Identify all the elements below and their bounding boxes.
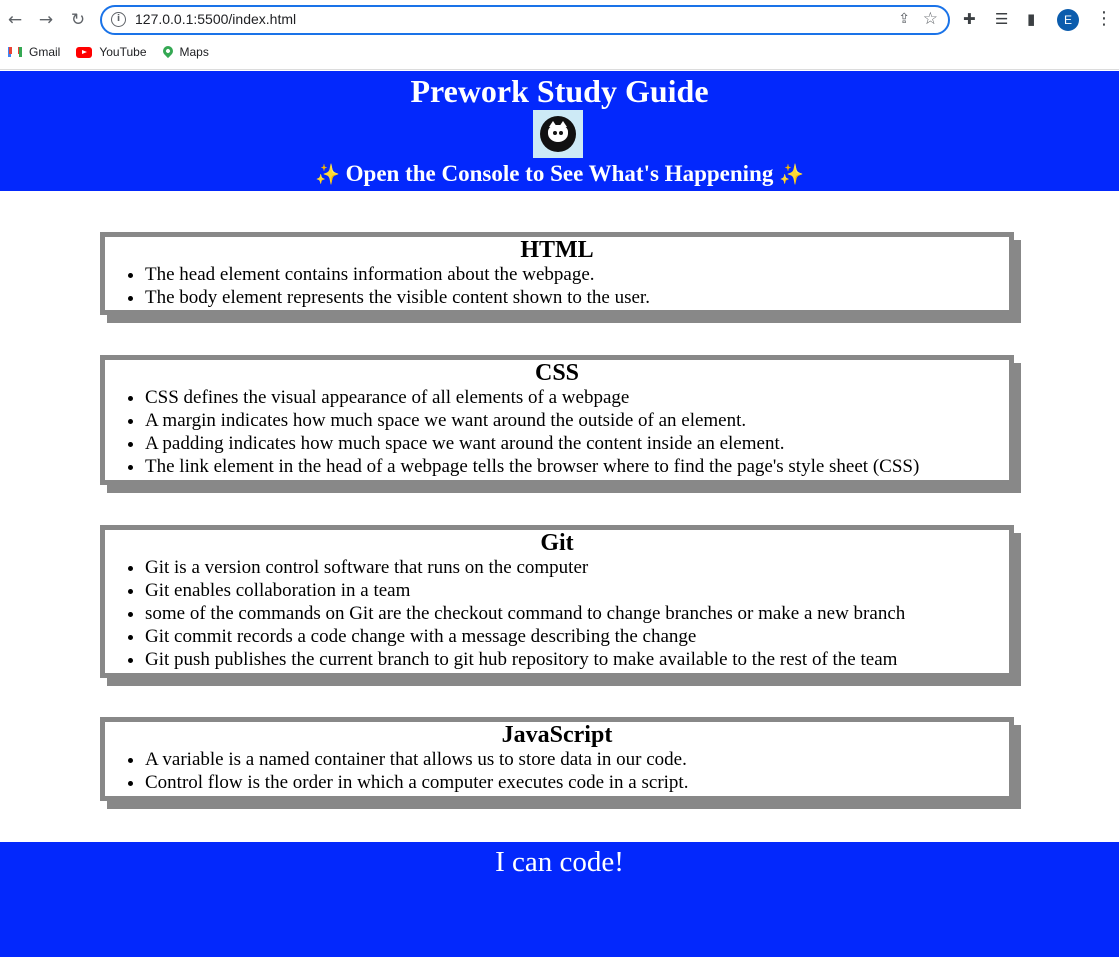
footer-text: I can code! xyxy=(495,846,624,878)
card-title: CSS xyxy=(534,360,580,386)
sparkles-icon: ✨ xyxy=(314,162,340,186)
list-item: A variable is a named container that all… xyxy=(145,748,1009,771)
card-javascript: JavaScript A variable is a named contain… xyxy=(100,717,1014,801)
gmail-icon xyxy=(8,47,22,57)
share-icon[interactable]: ⇪ xyxy=(898,11,910,27)
profile-avatar[interactable]: E xyxy=(1057,9,1079,31)
list-item: Control flow is the order in which a com… xyxy=(145,771,1009,794)
browser-menu-icon[interactable]: ⋮ xyxy=(1095,9,1113,29)
card-title: Git xyxy=(540,530,574,556)
back-arrow-icon[interactable]: ← xyxy=(4,9,26,31)
cat-logo-icon xyxy=(533,110,583,158)
card-list: CSS defines the visual appearance of all… xyxy=(145,386,1009,478)
url-text[interactable]: 127.0.0.1:5500/index.html xyxy=(135,11,296,27)
list-item: The link element in the head of a webpag… xyxy=(145,455,1009,478)
bookmarks-bar: Gmail YouTube Maps xyxy=(0,42,217,62)
reload-icon[interactable]: ↻ xyxy=(67,9,89,31)
list-item: Git commit records a code change with a … xyxy=(145,625,1009,648)
card-list: The head element contains information ab… xyxy=(145,263,1009,309)
list-item: Git enables collaboration in a team xyxy=(145,579,1009,602)
card-css: CSS CSS defines the visual appearance of… xyxy=(100,355,1014,485)
bookmark-maps[interactable]: Maps xyxy=(160,43,209,59)
reading-list-icon[interactable]: ☰ xyxy=(995,9,1008,29)
page-footer: I can code! xyxy=(0,842,1119,957)
card-title: JavaScript xyxy=(501,722,613,748)
page-subtitle: ✨ Open the Console to See What's Happeni… xyxy=(0,159,1119,189)
list-item: A margin indicates how much space we wan… xyxy=(145,409,1009,432)
list-item: The head element contains information ab… xyxy=(145,263,1009,286)
bookmark-gmail[interactable]: Gmail xyxy=(8,45,60,59)
subtitle-text: Open the Console to See What's Happening xyxy=(345,161,774,186)
sparkles-icon: ✨ xyxy=(779,162,804,186)
bookmark-label: Gmail xyxy=(29,45,61,59)
list-item: Git push publishes the current branch to… xyxy=(145,648,1009,671)
card-title: HTML xyxy=(520,237,594,263)
page-header: Prework Study Guide ✨ Open the Console t… xyxy=(0,71,1119,191)
card-list: Git is a version control software that r… xyxy=(145,556,1009,671)
page-title: Prework Study Guide xyxy=(410,73,709,109)
maps-icon xyxy=(160,43,175,58)
youtube-icon xyxy=(76,46,93,58)
list-item: some of the commands on Git are the chec… xyxy=(145,602,1009,625)
side-panel-icon[interactable]: ▮ xyxy=(1027,9,1035,29)
address-bar[interactable]: i 127.0.0.1:5500/index.html ⇪ ☆ xyxy=(100,5,950,35)
browser-chrome: ← → ↻ i 127.0.0.1:5500/index.html ⇪ ☆ ✚ … xyxy=(0,0,1119,70)
extensions-icon[interactable]: ✚ xyxy=(963,9,976,29)
list-item: A padding indicates how much space we wa… xyxy=(145,432,1009,455)
card-html: HTML The head element contains informati… xyxy=(100,232,1014,315)
bookmark-star-icon[interactable]: ☆ xyxy=(923,9,938,29)
web-page: Prework Study Guide ✨ Open the Console t… xyxy=(0,71,1119,957)
bookmark-youtube[interactable]: YouTube xyxy=(76,45,147,59)
site-info-icon[interactable]: i xyxy=(111,12,126,27)
list-item: The body element represents the visible … xyxy=(145,286,1009,309)
card-git: Git Git is a version control software th… xyxy=(100,525,1014,678)
list-item: CSS defines the visual appearance of all… xyxy=(145,386,1009,409)
bookmark-label: YouTube xyxy=(99,45,147,59)
card-list: A variable is a named container that all… xyxy=(145,748,1009,794)
forward-arrow-icon[interactable]: → xyxy=(35,9,57,31)
list-item: Git is a version control software that r… xyxy=(145,556,1009,579)
bookmark-label: Maps xyxy=(179,45,209,59)
